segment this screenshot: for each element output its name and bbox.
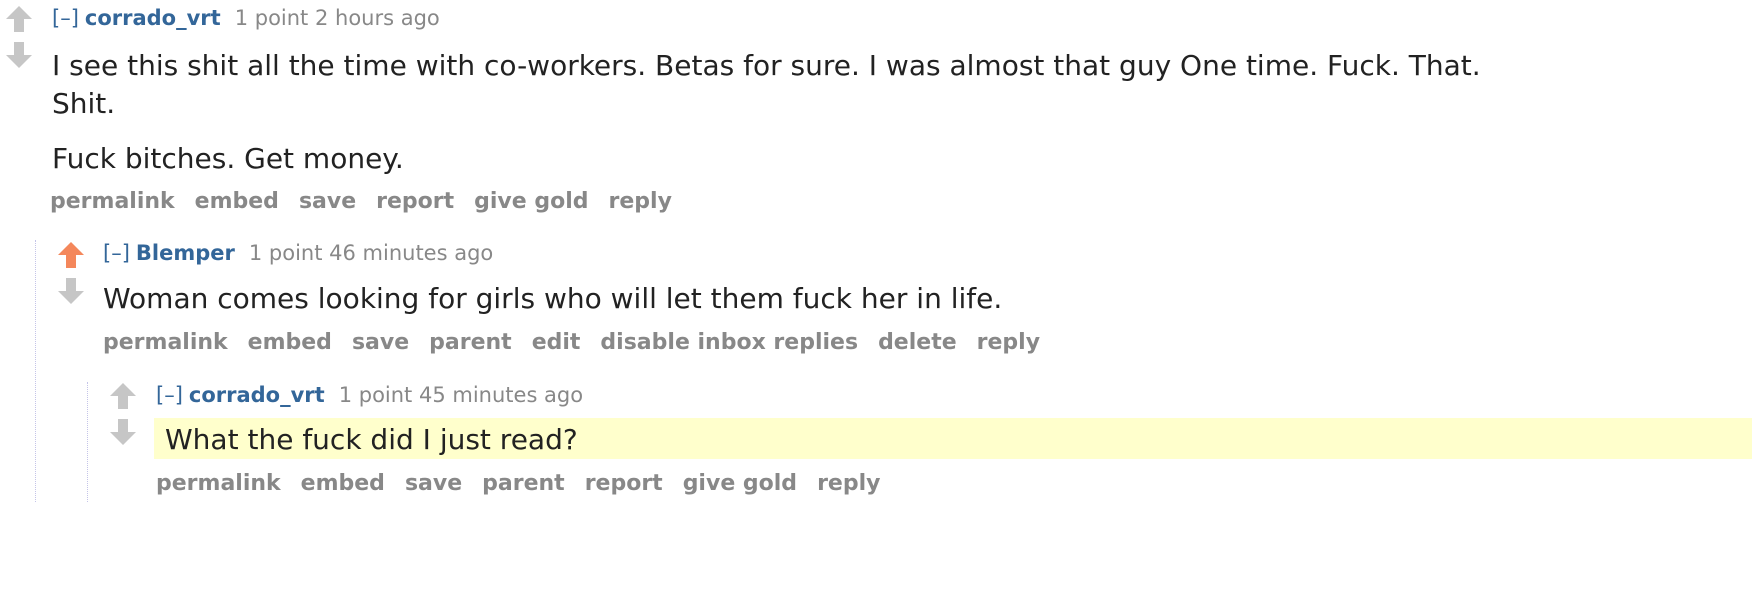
- comment-actions: permalink embed save parent report give gold r…: [156, 471, 900, 496]
- report-button[interactable]: report: [376, 189, 454, 214]
- body-line: Shit.: [52, 87, 116, 120]
- timestamp: 46 minutes ago: [329, 241, 494, 265]
- vote-arrows: [4, 4, 34, 70]
- author-link[interactable]: Blemper: [136, 241, 235, 265]
- report-button[interactable]: report: [585, 471, 663, 496]
- body-line: What the fuck did I just read?: [165, 423, 578, 456]
- vote-arrows: [108, 381, 138, 447]
- tagline: [–] Blemper 1 point 46 minutes ago: [103, 241, 493, 265]
- save-button[interactable]: save: [352, 330, 409, 355]
- reply-button[interactable]: reply: [977, 330, 1040, 355]
- collapse-toggle[interactable]: [–]: [52, 6, 79, 30]
- tagline: [–] corrado_vrt 1 point 45 minutes ago: [156, 383, 583, 407]
- score: 1 point: [338, 383, 413, 407]
- upvote-arrow-icon[interactable]: [56, 240, 86, 270]
- comment-body: Woman comes looking for girls who will l…: [103, 280, 1002, 318]
- score: 1 point: [234, 6, 309, 30]
- permalink-button[interactable]: permalink: [156, 471, 281, 496]
- edit-button[interactable]: edit: [532, 330, 581, 355]
- child-thread-line: [87, 382, 88, 502]
- body-line: Woman comes looking for girls who will l…: [103, 282, 1003, 315]
- embed-button[interactable]: embed: [248, 330, 332, 355]
- reply-button[interactable]: reply: [817, 471, 880, 496]
- save-button[interactable]: save: [299, 189, 356, 214]
- permalink-button[interactable]: permalink: [50, 189, 175, 214]
- tagline: [–] corrado_vrt 1 point 2 hours ago: [52, 6, 440, 30]
- embed-button[interactable]: embed: [195, 189, 279, 214]
- body-paragraph: Fuck bitches. Get money.: [52, 142, 404, 175]
- parent-button[interactable]: parent: [482, 471, 565, 496]
- disable-inbox-replies-button[interactable]: disable inbox replies: [600, 330, 858, 355]
- parent-button[interactable]: parent: [429, 330, 512, 355]
- comment-actions: permalink embed save parent edit disable inbo…: [103, 330, 1060, 355]
- give-gold-button[interactable]: give gold: [474, 189, 588, 214]
- upvote-arrow-icon[interactable]: [108, 381, 138, 411]
- downvote-arrow-icon[interactable]: [4, 40, 34, 70]
- timestamp: 2 hours ago: [314, 6, 440, 30]
- collapse-toggle[interactable]: [–]: [103, 241, 130, 265]
- embed-button[interactable]: embed: [301, 471, 385, 496]
- author-link[interactable]: corrado_vrt: [189, 383, 325, 407]
- downvote-arrow-icon[interactable]: [108, 417, 138, 447]
- body-line: I see this shit all the time with co-wor…: [52, 49, 1481, 82]
- give-gold-button[interactable]: give gold: [683, 471, 797, 496]
- vote-arrows: [56, 240, 86, 306]
- comment-body: What the fuck did I just read?: [165, 421, 578, 459]
- upvote-arrow-icon[interactable]: [4, 4, 34, 34]
- downvote-arrow-icon[interactable]: [56, 276, 86, 306]
- timestamp: 45 minutes ago: [418, 383, 584, 407]
- child-thread-line: [35, 240, 36, 502]
- author-link[interactable]: corrado_vrt: [85, 6, 221, 30]
- collapse-toggle[interactable]: [–]: [156, 383, 183, 407]
- reply-button[interactable]: reply: [609, 189, 672, 214]
- delete-button[interactable]: delete: [878, 330, 957, 355]
- comment-body: I see this shit all the time with co-wor…: [52, 47, 1481, 178]
- permalink-button[interactable]: permalink: [103, 330, 228, 355]
- comment-actions: permalink embed save report give gold reply: [50, 189, 692, 214]
- save-button[interactable]: save: [405, 471, 462, 496]
- score: 1 point: [248, 241, 323, 265]
